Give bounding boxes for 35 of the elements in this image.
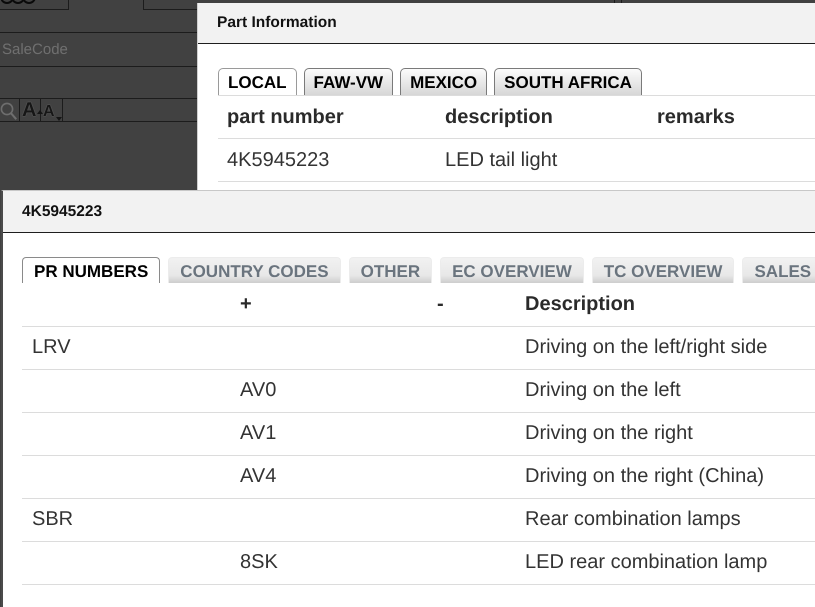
column-header: part number (218, 96, 436, 138)
table-cell: LRV (22, 326, 230, 369)
table-cell: AV4 (230, 455, 427, 498)
table-cell: Driving on the left (515, 369, 815, 412)
table-cell: LED rear combination lamp (515, 541, 815, 584)
dialog-title: 4K5945223 (22, 202, 102, 220)
tab[interactable]: LOCAL (218, 68, 297, 95)
table-cell: Rear combination lamps (515, 498, 815, 541)
table-cell: Driving on the right (515, 412, 815, 455)
column-header: - (427, 283, 515, 326)
table-cell: AV0 (230, 369, 427, 412)
table-cell: 8SK (230, 541, 427, 584)
tab[interactable]: PR NUMBERS (22, 257, 160, 283)
table-cell: Driving on the right (China) (515, 455, 815, 498)
tab[interactable]: SALES (742, 257, 815, 283)
table-cell: SBR (22, 498, 230, 541)
table-cell: LED tail light (436, 138, 648, 182)
column-header: + (230, 283, 427, 326)
table-cell: 4K5945223 (218, 138, 436, 182)
caret-icon (37, 110, 44, 114)
rings-icon (1, 0, 37, 4)
table-cell: AV1 (230, 412, 427, 455)
tab[interactable]: SOUTH AFRICA (494, 68, 642, 95)
tab[interactable]: FAW-VW (304, 68, 394, 95)
table-cell: Driving on the left/right side (515, 326, 815, 369)
dialog-title: Part Information (217, 14, 337, 32)
tab[interactable]: TC OVERVIEW (592, 257, 734, 283)
search-icon[interactable] (0, 101, 17, 120)
column-header: description (436, 96, 648, 138)
column-header: remarks (648, 96, 803, 138)
column-header: Description (515, 283, 815, 326)
tab[interactable]: COUNTRY CODES (168, 257, 341, 283)
tab[interactable]: MEXICO (400, 68, 488, 95)
tab[interactable]: OTHER (348, 257, 432, 283)
tab[interactable]: EC OVERVIEW (440, 257, 584, 283)
